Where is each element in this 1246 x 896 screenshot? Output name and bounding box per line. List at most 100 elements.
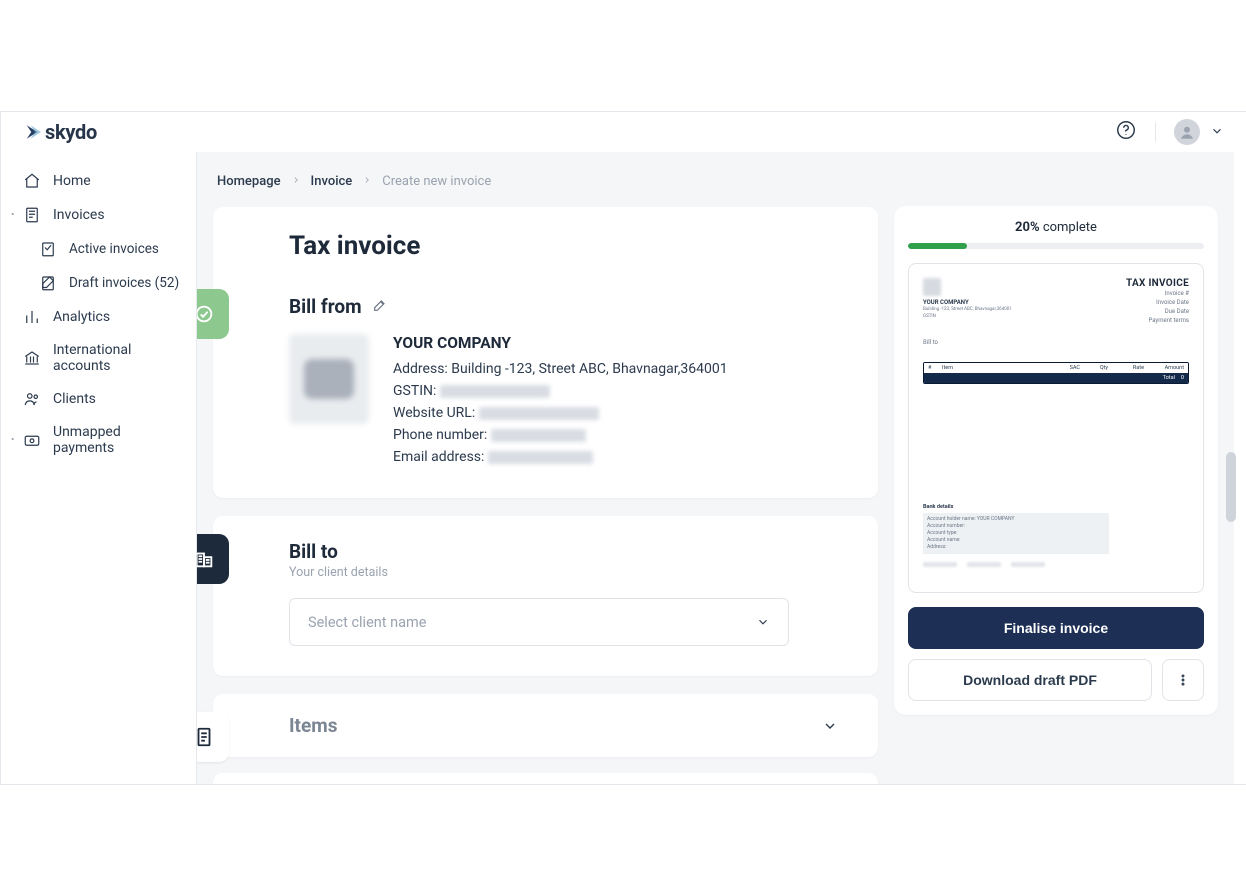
download-draft-pdf-button[interactable]: Download draft PDF [908, 659, 1152, 701]
sidebar-sub-draft-invoices[interactable]: Draft invoices (52) [1, 266, 196, 300]
breadcrumb-item[interactable]: Invoice [311, 174, 353, 189]
mini-bank-row: Address: [927, 544, 1105, 551]
gstin-value-redacted [440, 385, 550, 398]
mini-th: Qty [1080, 365, 1108, 371]
mini-meta: Invoice Date [1126, 298, 1189, 307]
sidebar-item-international-accounts[interactable]: International accounts [1, 334, 196, 382]
bill-from-card: Tax invoice Bill from [213, 207, 878, 498]
address-label: Address: [393, 361, 448, 377]
chevron-down-icon [756, 615, 770, 629]
company-name: YOUR COMPANY [393, 334, 728, 352]
preview-panel: 20% complete YOUR COMPANY Building -123,… [894, 206, 1218, 715]
main: Homepage Invoice Create new invoice Tax … [197, 152, 1234, 784]
email-value-redacted [488, 451, 593, 464]
draft-invoices-icon [39, 274, 57, 292]
more-vertical-icon [1176, 673, 1190, 687]
international-accounts-icon [23, 349, 41, 367]
sidebar-item-analytics[interactable]: Analytics [1, 300, 196, 334]
sidebar-item-invoices[interactable]: Invoices [1, 198, 196, 232]
sidebar-label: Analytics [53, 309, 110, 325]
sidebar-item-home[interactable]: Home [1, 164, 196, 198]
mini-items-table: # Item SAC Qty Rate Amount Total 0 [923, 362, 1189, 384]
select-client-dropdown[interactable]: Select client name [289, 598, 789, 646]
mini-footer-blur [923, 562, 957, 567]
mini-th: Item [942, 365, 1044, 371]
sidebar-label: Home [53, 173, 91, 189]
mini-bank-heading: Bank details [923, 504, 953, 510]
edit-bill-from-icon[interactable] [372, 295, 388, 318]
profile-menu[interactable] [1174, 119, 1224, 145]
phone-label: Phone number: [393, 427, 487, 443]
breadcrumb: Homepage Invoice Create new invoice [213, 152, 878, 207]
mini-total-value: 0 [1181, 375, 1184, 381]
bill-to-heading: Bill to [289, 540, 338, 563]
mini-bank-row: Account holder name: YOUR COMPANY [927, 516, 1105, 523]
unmapped-payments-icon [23, 431, 41, 449]
sidebar-label: Invoices [53, 207, 105, 223]
mini-bank-row: Account number: [927, 523, 1105, 530]
phone-value-redacted [491, 429, 586, 442]
bank-details-card[interactable]: Bank details [213, 773, 878, 784]
chevron-right-icon [362, 174, 372, 189]
mini-th: # [928, 365, 942, 371]
sidebar: Home Invoices Active invoices Draft invo… [1, 152, 197, 784]
gstin-label: GSTIN: [393, 383, 436, 399]
sidebar-label: Unmapped payments [53, 424, 182, 456]
sidebar-label: International accounts [53, 342, 182, 374]
breadcrumb-current: Create new invoice [382, 174, 491, 189]
mini-from: YOUR COMPANY [923, 299, 1012, 306]
mini-meta: Payment terms [1126, 316, 1189, 325]
select-client-placeholder: Select client name [308, 614, 426, 631]
sidebar-item-clients[interactable]: Clients [1, 382, 196, 416]
brand-icon [23, 123, 41, 141]
mini-meta: Due Date [1126, 307, 1189, 316]
scrollbar[interactable] [1226, 452, 1234, 522]
avatar [1174, 119, 1200, 145]
more-actions-button[interactable] [1162, 659, 1204, 701]
document-icon [197, 726, 215, 748]
email-label: Email address: [393, 449, 484, 465]
items-card[interactable]: Items [213, 694, 878, 757]
mini-total-label: Total [1163, 375, 1175, 381]
topbar-divider [1155, 122, 1156, 142]
mini-footer-blur [1011, 562, 1045, 567]
mini-bank: Bank details Account holder name: YOUR C… [923, 504, 1189, 567]
help-icon[interactable] [1115, 119, 1137, 145]
address-value: Building -123, Street ABC, Bhavnagar,364… [451, 361, 727, 377]
items-heading: Items [289, 714, 337, 737]
office-icon [197, 548, 215, 570]
breadcrumb-item[interactable]: Homepage [217, 174, 281, 189]
analytics-icon [23, 308, 41, 326]
chevron-down-icon [1210, 123, 1224, 142]
brand-logo[interactable]: skydo [23, 120, 97, 144]
progress-bar [908, 243, 1204, 249]
mini-bill-to: Bill to [923, 339, 1189, 346]
clients-icon [23, 390, 41, 408]
sidebar-label: Clients [53, 391, 96, 407]
mini-bank-row: Account name: [927, 537, 1105, 544]
brand-name: skydo [45, 120, 97, 144]
sidebar-sub-active-invoices[interactable]: Active invoices [1, 232, 196, 266]
bill-to-sub: Your client details [289, 565, 838, 580]
website-value-redacted [479, 407, 599, 420]
mini-th: SAC [1044, 365, 1080, 371]
check-circle-icon [197, 303, 215, 325]
website-label: Website URL: [393, 405, 475, 421]
mini-footer-blur [967, 562, 1001, 567]
step-badge-items [197, 712, 229, 762]
company-logo [289, 334, 369, 424]
bill-to-card: Bill to Your client details Select clien… [213, 516, 878, 676]
mini-logo [923, 278, 941, 296]
finalise-invoice-button[interactable]: Finalise invoice [908, 607, 1204, 649]
mini-gstin: GSTIN [923, 313, 1012, 320]
invoice-icon [23, 206, 41, 224]
sidebar-sub-label: Draft invoices (52) [69, 275, 179, 291]
mini-th: Amount [1144, 365, 1184, 371]
sidebar-item-unmapped-payments[interactable]: Unmapped payments [1, 416, 196, 464]
mini-th: Rate [1108, 365, 1144, 371]
invoice-preview: YOUR COMPANY Building -123, Street ABC, … [908, 263, 1204, 593]
mini-title: TAX INVOICE [1126, 278, 1189, 289]
topbar: skydo [1, 112, 1246, 152]
app-shell: skydo Home [0, 111, 1246, 785]
complete-percent: 20% [1015, 220, 1040, 235]
